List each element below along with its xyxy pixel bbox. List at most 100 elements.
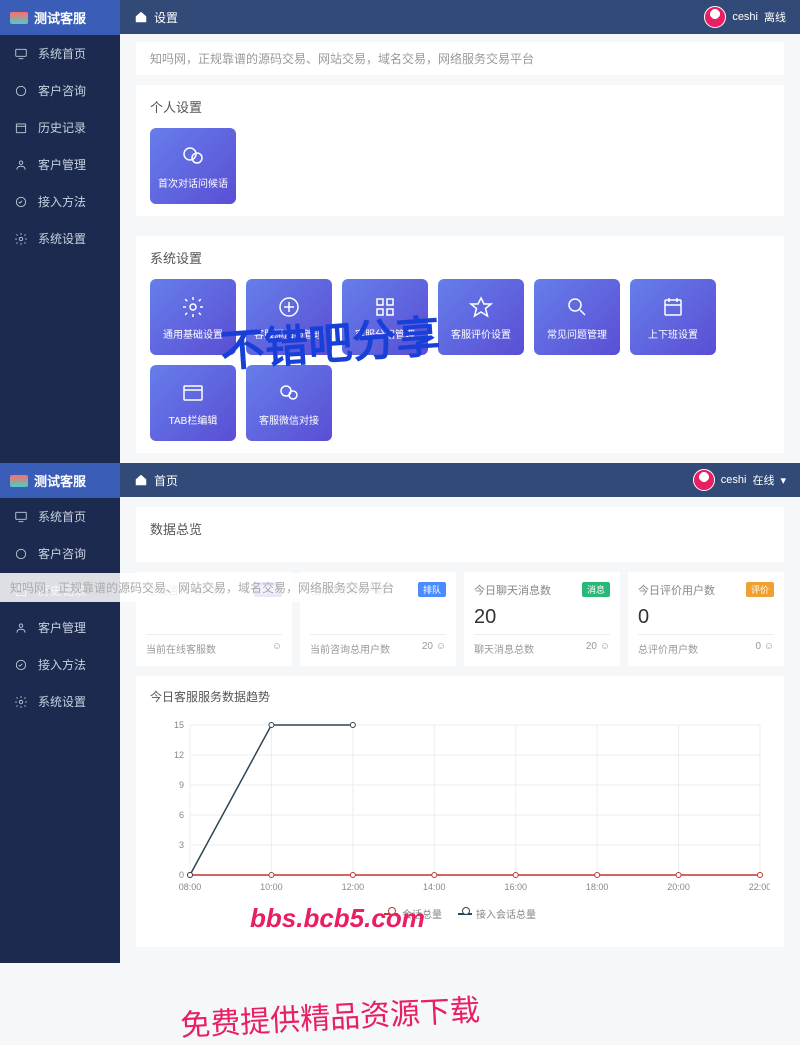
user-menu[interactable]: ceshi 在线▾ (693, 469, 786, 491)
user-name: ceshi (732, 11, 758, 23)
trend-chart: 0369121508:0010:0012:0014:0016:0018:0020… (150, 715, 770, 895)
legend-item[interactable]: 接入会话总量 (458, 906, 536, 921)
stat-value (310, 606, 446, 630)
sidebar-item-plug[interactable]: 接入方法 (0, 183, 120, 220)
tile-schedule[interactable]: 上下班设置 (630, 279, 716, 355)
user-status: 离线 (764, 9, 786, 25)
sidebar-item-plug[interactable]: 接入方法 (0, 646, 120, 683)
stat-sub-value: ☺ (272, 641, 282, 656)
svg-text:6: 6 (179, 810, 184, 820)
svg-text:12: 12 (174, 750, 184, 760)
tile-gear[interactable]: 通用基础设置 (150, 279, 236, 355)
user-status: 在线 (752, 472, 774, 488)
stat-value: 20 (474, 606, 610, 630)
chart-title: 今日客服服务数据趋势 (150, 688, 770, 705)
tile-plus[interactable]: 客服添加与管理 (246, 279, 332, 355)
stat-badge: 排队 (418, 582, 446, 597)
tile-chat[interactable]: 首次对话问候语 (150, 128, 236, 204)
sidebar-item-label: 客户咨询 (38, 82, 86, 99)
sidebar-item-label: 系统首页 (38, 508, 86, 525)
circle-icon (14, 547, 28, 561)
stat-sub-value: 20 ☺ (422, 641, 446, 656)
breadcrumb: 设置 (154, 9, 178, 26)
promo-banner: 知吗网，正规靠谱的源码交易、网站交易，域名交易，网络服务交易平台 (136, 42, 784, 75)
gear-icon (14, 232, 28, 246)
stat-sub-label: 聊天消息总数 (474, 641, 534, 656)
sidebar-item-label: 客户咨询 (38, 545, 86, 562)
schedule-icon (660, 294, 686, 320)
sidebar-item-user[interactable]: 客户管理 (0, 609, 120, 646)
user-icon (14, 621, 28, 635)
search-icon (564, 294, 590, 320)
sidebar-item-circle[interactable]: 客户咨询 (0, 535, 120, 572)
watermark-sub: 免费提供精品资源下载 (179, 985, 481, 1045)
tile-wechat[interactable]: 客服微信对接 (246, 365, 332, 441)
tile-label: 通用基础设置 (163, 326, 223, 341)
svg-text:16:00: 16:00 (504, 882, 527, 892)
svg-text:20:00: 20:00 (667, 882, 690, 892)
chat-icon (180, 143, 206, 169)
brand-logo (10, 12, 28, 24)
section-system-title: 系统设置 (150, 248, 770, 267)
overview-title: 数据总览 (150, 519, 770, 538)
svg-text:08:00: 08:00 (179, 882, 202, 892)
tile-label: TAB栏编辑 (169, 412, 218, 427)
sidebar-item-circle[interactable]: 客户咨询 (0, 72, 120, 109)
brand-header: 测试客服 (0, 0, 120, 35)
brand-logo (10, 475, 28, 487)
tile-label: 上下班设置 (648, 326, 698, 341)
svg-text:9: 9 (179, 780, 184, 790)
svg-text:14:00: 14:00 (423, 882, 446, 892)
sidebar-item-monitor[interactable]: 系统首页 (0, 498, 120, 535)
tile-window[interactable]: TAB栏编辑 (150, 365, 236, 441)
user-name: ceshi (721, 474, 747, 486)
breadcrumb: 首页 (154, 472, 178, 489)
legend-item[interactable]: 会话总量 (384, 906, 442, 921)
tile-grid[interactable]: 客服分组管理 (342, 279, 428, 355)
window-icon (180, 380, 206, 406)
stat-sub-label: 当前在线客服数 (146, 641, 216, 656)
stat-value (146, 606, 282, 630)
brand-name: 测试客服 (34, 8, 86, 27)
gear-icon (180, 294, 206, 320)
tile-star[interactable]: 客服评价设置 (438, 279, 524, 355)
star-icon (468, 294, 494, 320)
circle-icon (14, 84, 28, 98)
stat-sub-value: 20 ☺ (586, 641, 610, 656)
sidebar-item-label: 客户管理 (38, 619, 86, 636)
brand-header: 测试客服 (0, 463, 120, 498)
stat-sub-label: 总评价用户数 (638, 641, 698, 656)
section-personal-title: 个人设置 (150, 97, 770, 116)
sidebar-item-label: 接入方法 (38, 193, 86, 210)
user-icon (14, 158, 28, 172)
sidebar-item-label: 历史记录 (38, 119, 86, 136)
home-icon[interactable] (134, 10, 148, 24)
svg-text:22:00: 22:00 (749, 882, 770, 892)
svg-text:3: 3 (179, 840, 184, 850)
tile-label: 客服分组管理 (355, 326, 415, 341)
user-menu[interactable]: ceshi 离线 (704, 6, 786, 28)
home-icon[interactable] (134, 473, 148, 487)
stat-card: 今日聊天消息数消息20聊天消息总数20 ☺ (464, 572, 620, 666)
tile-search[interactable]: 常见问题管理 (534, 279, 620, 355)
sidebar-item-monitor[interactable]: 系统首页 (0, 35, 120, 72)
sidebar-item-label: 系统首页 (38, 45, 86, 62)
tile-label: 客服微信对接 (259, 412, 319, 427)
sidebar-item-calendar[interactable]: 历史记录 (0, 109, 120, 146)
sidebar-item-label: 接入方法 (38, 656, 86, 673)
stat-card: 今日评价用户数评价0总评价用户数0 ☺ (628, 572, 784, 666)
svg-text:15: 15 (174, 720, 184, 730)
sidebar-item-label: 系统设置 (38, 693, 86, 710)
gear-icon (14, 695, 28, 709)
stat-value: 0 (638, 606, 774, 630)
promo-banner-overlay: 知吗网，正规靠谱的源码交易、网站交易，域名交易，网络服务交易平台 (0, 573, 404, 602)
grid-icon (372, 294, 398, 320)
svg-text:12:00: 12:00 (342, 882, 365, 892)
stat-badge: 消息 (582, 582, 610, 597)
sidebar-item-gear[interactable]: 系统设置 (0, 683, 120, 720)
svg-text:10:00: 10:00 (260, 882, 283, 892)
sidebar-item-label: 客户管理 (38, 156, 86, 173)
sidebar-item-gear[interactable]: 系统设置 (0, 220, 120, 257)
sidebar-item-user[interactable]: 客户管理 (0, 146, 120, 183)
wechat-icon (276, 380, 302, 406)
